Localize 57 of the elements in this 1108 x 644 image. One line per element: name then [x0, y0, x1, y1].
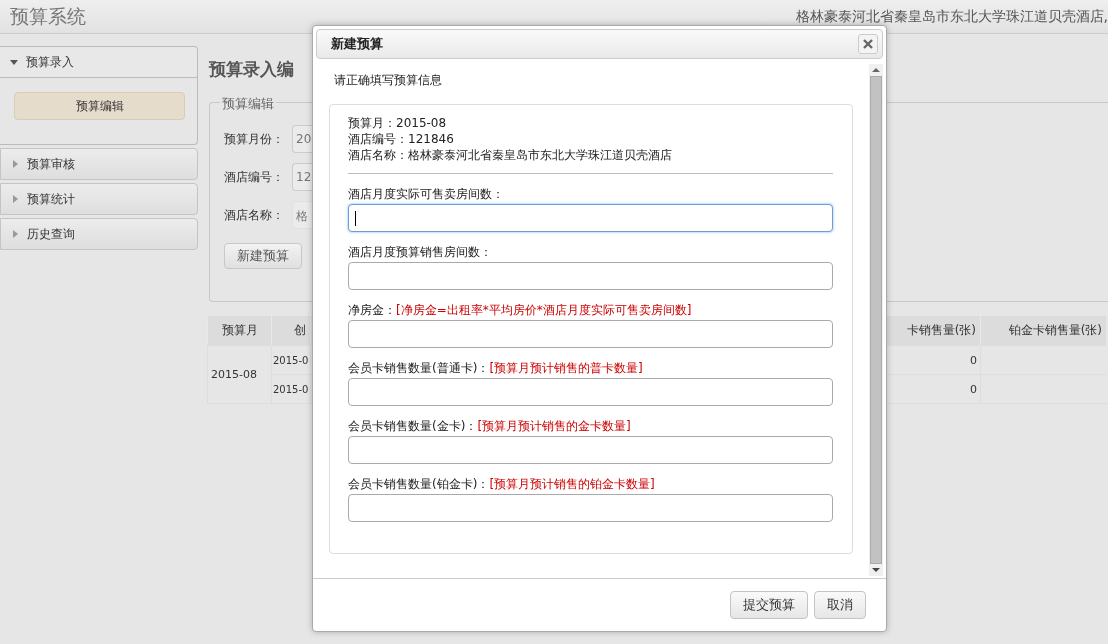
menu-section[interactable]: 历史查询: [0, 218, 198, 250]
input-field[interactable]: [348, 378, 833, 406]
caret-down-icon: [10, 58, 18, 66]
menu-section[interactable]: 预算统计: [0, 183, 198, 215]
close-button[interactable]: [858, 34, 878, 54]
info-line: 酒店编号：121846: [348, 131, 455, 147]
menu-section-label: 历史查询: [27, 225, 75, 243]
app-title: 预算系统: [10, 3, 86, 29]
field-label: 酒店月度实际可售卖房间数：: [348, 185, 504, 203]
new-budget-button[interactable]: 新建预算: [224, 243, 302, 269]
field-label: 净房金：: [348, 301, 396, 319]
info-line: 酒店名称：格林豪泰河北省秦皇岛市东北大学珠江道贝壳酒店: [348, 147, 673, 163]
table-cell: 2015-0: [271, 345, 310, 374]
field-label: 酒店名称：: [224, 206, 285, 224]
input-field[interactable]: 20: [292, 125, 313, 153]
page-title: 预算录入编: [209, 58, 294, 81]
caret-right-icon: [11, 230, 19, 238]
field-label: 预算月份：: [224, 130, 285, 148]
input-field[interactable]: 格: [292, 201, 313, 229]
input-field[interactable]: [348, 494, 833, 522]
caret-right-icon: [11, 195, 19, 203]
field-label: 会员卡销售数量(普通卡)：: [348, 359, 490, 377]
input-field[interactable]: [348, 436, 833, 464]
close-icon: [863, 39, 873, 49]
input-field[interactable]: 12: [292, 163, 313, 191]
table-cell: 2015-0: [271, 374, 310, 403]
input-field[interactable]: [348, 320, 833, 348]
field-hint: [净房金=出租率*平均房价*酒店月度实际可售卖房间数]: [396, 301, 692, 319]
submit-button[interactable]: 提交预算: [730, 591, 808, 619]
field-hint: [预算月预计销售的铂金卡数量]: [489, 475, 655, 493]
scrollbar[interactable]: [869, 64, 883, 576]
input-field[interactable]: [348, 204, 833, 232]
dialog-intro: 请正确填写预算信息: [333, 71, 443, 89]
field-hint: [预算月预计销售的普卡数量]: [489, 359, 643, 377]
column-header: 卡销售量(张): [885, 316, 980, 345]
dialog-title: 新建预算: [331, 35, 383, 53]
menu-section-label: 预算审核: [27, 155, 75, 173]
text-caret: [355, 211, 356, 226]
field-label: 酒店月度预算销售房间数：: [348, 243, 492, 261]
cancel-button[interactable]: 取消: [814, 591, 866, 619]
caret-right-icon: [11, 160, 19, 168]
field-label: 会员卡销售数量(金卡)：: [348, 417, 478, 435]
field-label: 会员卡销售数量(铂金卡)：: [348, 475, 490, 493]
column-header: 预算月: [207, 316, 271, 345]
field-hint: [预算月预计销售的金卡数量]: [477, 417, 631, 435]
info-line: 预算月：2015-08: [348, 115, 448, 131]
column-header: 铂金卡销售量(张): [980, 316, 1106, 345]
menu-section[interactable]: 预算审核: [0, 148, 198, 180]
input-field[interactable]: [348, 262, 833, 290]
menu-section-label: 预算录入: [26, 53, 74, 71]
field-label: 酒店编号：: [224, 168, 285, 186]
menu-section-label: 预算统计: [27, 190, 75, 208]
table-cell: 2015-08: [207, 345, 271, 403]
column-header: 创: [271, 316, 310, 345]
menu-item[interactable]: 预算编辑: [14, 92, 185, 120]
hotel-name: 格林豪泰河北省秦皇岛市东北大学珠江道贝壳酒店,: [795, 7, 1108, 26]
group-legend: 预算编辑: [220, 95, 276, 113]
